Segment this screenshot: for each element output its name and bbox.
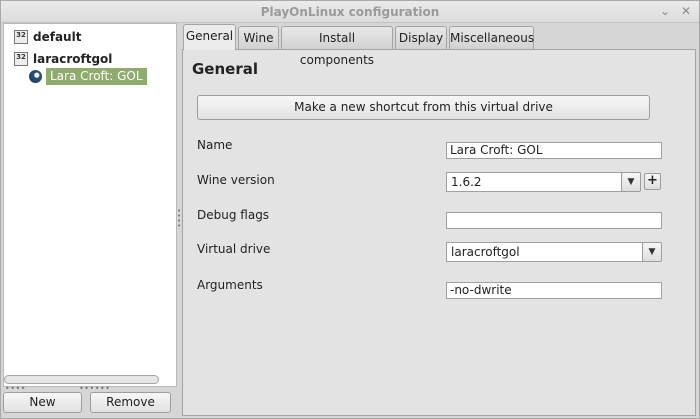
tree-item-label: laracroftgol	[33, 51, 113, 66]
tab-general[interactable]: General	[183, 24, 236, 50]
virtual-drive-tree[interactable]: 32 default 32 laracroftgol Lara Croft: G…	[3, 23, 177, 387]
steam-icon	[29, 70, 42, 83]
title-bar: PlayOnLinux configuration ⌄ ✕	[1, 1, 699, 23]
add-wine-version-icon[interactable]: +	[644, 173, 661, 190]
tree-item-label: default	[33, 29, 82, 44]
close-icon[interactable]: ✕	[679, 4, 693, 18]
debug-flags-input[interactable]	[446, 212, 662, 229]
virtual-drive-label: Virtual drive	[197, 242, 271, 256]
name-input[interactable]: Lara Croft: GOL	[446, 142, 662, 159]
config-window: PlayOnLinux configuration ⌄ ✕ 32 default…	[0, 0, 700, 419]
debug-flags-label: Debug flags	[197, 208, 270, 222]
tree-item-lara-croft-gol[interactable]: Lara Croft: GOL	[29, 68, 147, 85]
remove-button[interactable]: Remove	[90, 392, 171, 413]
wine-32bit-icon: 32	[14, 29, 28, 44]
tree-item-laracroftgol[interactable]: 32 laracroftgol	[14, 50, 112, 67]
wine-version-select[interactable]: 1.6.2	[446, 172, 622, 192]
make-shortcut-button[interactable]: Make a new shortcut from this virtual dr…	[197, 95, 650, 120]
window-title: PlayOnLinux configuration	[260, 5, 440, 19]
tab-display[interactable]: Display	[395, 26, 447, 49]
panel-heading: General	[192, 60, 258, 78]
tree-horizontal-scrollbar[interactable]	[4, 375, 159, 384]
virtual-drive-select[interactable]: laracroftgol	[446, 242, 643, 262]
tab-wine[interactable]: Wine	[238, 26, 279, 49]
wine-version-label: Wine version	[197, 173, 275, 187]
tree-item-label-selected: Lara Croft: GOL	[46, 68, 147, 85]
arguments-label: Arguments	[197, 278, 263, 292]
tab-install-components[interactable]: Install components	[281, 26, 393, 67]
grip-handle-icon[interactable]: • • • • • •	[79, 385, 110, 393]
grip-handle-icon[interactable]: • • • •	[5, 385, 25, 393]
arguments-input[interactable]: -no-dwrite	[446, 282, 662, 299]
new-button[interactable]: New	[3, 392, 82, 413]
chevron-down-icon[interactable]: ▼	[642, 242, 662, 262]
splitter-handle-icon[interactable]: • • • •	[177, 208, 181, 230]
name-label: Name	[197, 138, 233, 152]
tab-miscellaneous[interactable]: Miscellaneous	[449, 26, 534, 49]
chevron-down-icon[interactable]: ▼	[621, 172, 641, 192]
minimize-icon[interactable]: ⌄	[658, 4, 672, 18]
tree-item-default[interactable]: 32 default	[14, 28, 81, 45]
wine-32bit-icon: 32	[14, 51, 28, 66]
